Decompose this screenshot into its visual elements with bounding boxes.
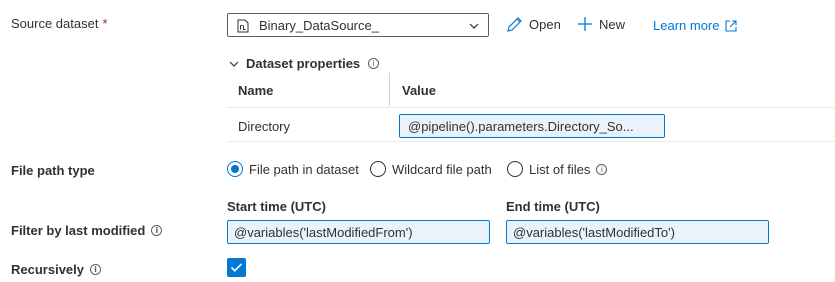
radio-list-of-files[interactable]: List of files i <box>507 161 608 177</box>
end-time-label: End time (UTC) <box>506 199 600 214</box>
source-dataset-label-text: Source dataset <box>11 16 99 31</box>
chevron-down-icon <box>469 23 479 29</box>
chevron-down-icon <box>229 61 239 67</box>
radio-label: File path in dataset <box>249 161 359 177</box>
end-time-input[interactable]: @variables('lastModifiedTo') <box>506 220 769 244</box>
open-label: Open <box>529 17 561 32</box>
source-dataset-label: Source dataset * <box>11 16 108 31</box>
dataset-file-icon <box>237 19 249 33</box>
info-icon[interactable]: i <box>151 225 163 236</box>
radio-indicator <box>370 161 386 177</box>
table-row-divider <box>227 141 835 142</box>
learn-more-label: Learn more <box>653 18 720 33</box>
required-asterisk: * <box>102 16 108 31</box>
new-label: New <box>599 16 626 32</box>
info-icon[interactable]: i <box>368 58 380 69</box>
radio-selected-indicator <box>227 161 243 177</box>
source-dataset-select[interactable]: Binary_DataSource_ <box>227 13 489 37</box>
column-header-name: Name <box>238 83 274 98</box>
radio-indicator <box>507 161 523 177</box>
external-link-icon <box>725 19 738 32</box>
info-icon[interactable]: i <box>596 163 608 175</box>
filter-label-text: Filter by last modified <box>11 223 146 238</box>
column-divider <box>389 73 390 106</box>
pencil-icon <box>507 17 522 32</box>
property-name-directory: Directory <box>238 119 291 134</box>
dataset-properties-title: Dataset properties <box>246 56 361 71</box>
recursively-label-text: Recursively <box>11 262 84 277</box>
recursively-label: Recursively i <box>11 262 101 277</box>
table-header-divider <box>227 107 835 108</box>
info-icon[interactable]: i <box>90 264 101 275</box>
new-button[interactable]: New <box>577 16 625 32</box>
filter-last-modified-label: Filter by last modified i <box>11 223 163 238</box>
open-button[interactable]: Open <box>506 16 561 33</box>
dataset-properties-toggle[interactable]: Dataset properties i <box>228 56 380 71</box>
radio-label: List of files <box>529 161 591 177</box>
plus-icon <box>578 17 592 31</box>
radio-file-path-in-dataset[interactable]: File path in dataset <box>227 161 359 177</box>
source-dataset-value: Binary_DataSource_ <box>259 18 379 33</box>
radio-label: Wildcard file path <box>392 161 492 177</box>
radio-wildcard-file-path[interactable]: Wildcard file path <box>370 161 492 177</box>
directory-value-input[interactable]: @pipeline().parameters.Directory_So... <box>399 114 665 138</box>
checkmark-icon <box>230 263 243 272</box>
column-header-value: Value <box>402 83 436 98</box>
start-time-input[interactable]: @variables('lastModifiedFrom') <box>227 220 490 244</box>
file-path-type-label: File path type <box>11 163 95 178</box>
start-time-label: Start time (UTC) <box>227 199 326 214</box>
learn-more-link[interactable]: Learn more <box>653 18 738 33</box>
recursively-checkbox[interactable] <box>227 258 246 277</box>
